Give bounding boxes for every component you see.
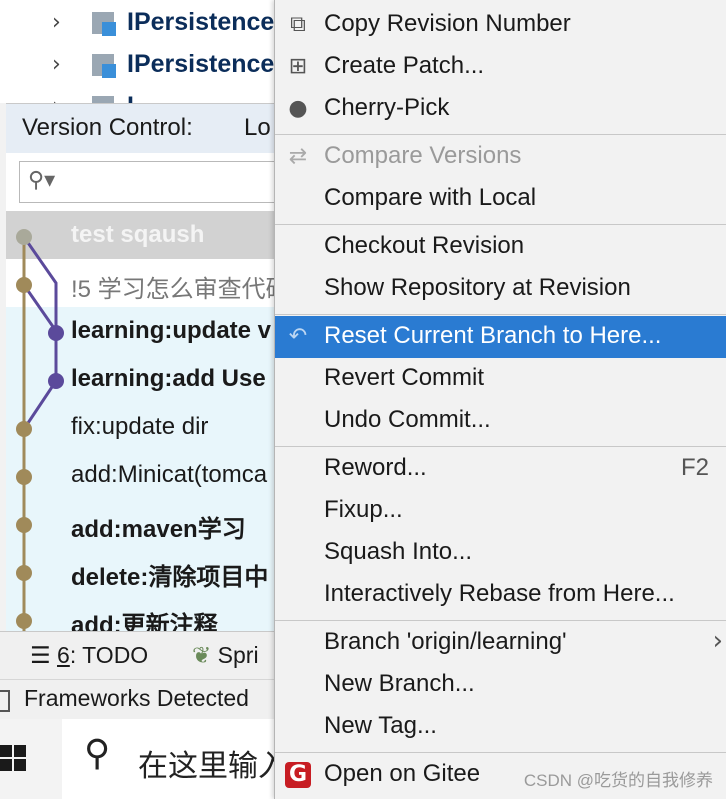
menu-item-branch-origin[interactable]: Branch 'origin/learning' › [275, 622, 726, 664]
menu-item-label: New Branch... [324, 670, 475, 697]
tree-item-label: IPersistence [127, 50, 275, 78]
commit-node [48, 373, 64, 389]
tab-spring[interactable]: ❦ Spri [192, 642, 259, 669]
menu-item-label: Branch 'origin/learning' [324, 628, 567, 655]
todo-label: : TODO [69, 642, 149, 668]
commit-node [16, 421, 32, 437]
commit-message: add:maven学习 [71, 516, 246, 543]
todo-number: 6 [57, 642, 70, 668]
chevron-right-icon[interactable]: › [52, 94, 61, 103]
menu-item-show-repository[interactable]: Show Repository at Revision [275, 268, 726, 310]
commit-graph [16, 229, 64, 631]
menu-item-label: Revert Commit [324, 364, 485, 391]
menu-separator [275, 224, 726, 225]
menu-item-reword[interactable]: Reword... F2 [275, 448, 726, 490]
menu-item-squash-into[interactable]: Squash Into... [275, 532, 726, 574]
menu-item-label: Fixup... [324, 496, 403, 523]
menu-item-new-branch[interactable]: New Branch... [275, 664, 726, 706]
menu-item-label: Show Repository at Revision [324, 274, 631, 301]
tree-item[interactable]: › IPersistence [0, 2, 300, 42]
patch-icon: ⊞ [288, 54, 308, 79]
commit-message: fix:update dir [71, 413, 209, 440]
menu-item-reset-branch[interactable]: ↶ Reset Current Branch to Here... [275, 316, 726, 358]
shortcut-label: F2 [680, 454, 709, 481]
tree-item-label: I [127, 92, 134, 103]
tree-item[interactable]: › IPersistence [0, 44, 300, 84]
spring-leaf-icon: ❦ [192, 643, 212, 669]
commit-message: add:更新注释 [71, 612, 218, 631]
commit-node [16, 613, 32, 629]
menu-item-label: Compare Versions [324, 142, 522, 169]
status-text[interactable]: Frameworks Detected [24, 685, 249, 712]
menu-item-compare-local[interactable]: Compare with Local [275, 178, 726, 220]
windows-start-icon[interactable] [0, 741, 30, 777]
menu-item-fixup[interactable]: Fixup... [275, 490, 726, 532]
menu-separator [275, 620, 726, 621]
notification-icon[interactable] [0, 690, 10, 712]
menu-item-cherry-pick[interactable]: ● Cherry-Pick [275, 88, 726, 130]
merge-line [22, 284, 58, 332]
menu-item-label: Interactively Rebase from Here... [324, 580, 675, 607]
chevron-right-icon[interactable]: › [52, 52, 61, 77]
tree-item-label: IPersistence [127, 8, 275, 36]
commit-node [16, 517, 32, 533]
menu-item-label: Squash Into... [324, 538, 473, 565]
tree-item[interactable]: › I [0, 86, 300, 103]
menu-item-label: Reword... [324, 454, 427, 481]
commit-message: learning:add Use [71, 365, 266, 392]
menu-item-create-patch[interactable]: ⊞ Create Patch... [275, 46, 726, 88]
commit-message: learning:update v [71, 317, 272, 344]
menu-item-checkout-revision[interactable]: Checkout Revision [275, 226, 726, 268]
menu-item-label: Compare with Local [324, 184, 537, 211]
menu-item-copy-revision[interactable]: ⧉ Copy Revision Number [275, 4, 726, 46]
menu-item-interactive-rebase[interactable]: Interactively Rebase from Here... [275, 574, 726, 616]
taskbar-search-placeholder: 在这里输入 [138, 750, 288, 783]
commit-message: add:Minicat(tomca [71, 461, 268, 488]
version-control-title: Version Control: [22, 114, 193, 141]
interface-file-icon [92, 54, 116, 78]
tab-todo[interactable]: ☰ 6: TODO [30, 642, 148, 669]
cherry-icon: ● [288, 96, 308, 121]
chevron-right-icon: › [712, 626, 723, 656]
menu-item-label: Open on Gitee [324, 760, 481, 787]
search-icon[interactable]: ⚲▾ [28, 168, 55, 193]
menu-item-new-tag[interactable]: New Tag... [275, 706, 726, 748]
commit-node [16, 229, 32, 245]
menu-separator [275, 446, 726, 447]
menu-separator [275, 134, 726, 135]
chevron-right-icon[interactable]: › [52, 10, 61, 35]
menu-item-label: Create Patch... [324, 52, 485, 79]
menu-item-label: Copy Revision Number [324, 10, 571, 37]
context-menu: ⧉ Copy Revision Number ⊞ Create Patch...… [274, 0, 726, 799]
magnifier-icon: ⚲ [84, 733, 111, 774]
list-icon: ☰ [30, 643, 51, 669]
commit-message: delete:清除项目中 [71, 564, 269, 591]
commit-message: !5 学习怎么审查代码 [71, 276, 290, 303]
menu-item-label: New Tag... [324, 712, 437, 739]
commit-message: test sqaush [71, 221, 205, 248]
compare-icon: ⇄ [288, 144, 308, 169]
menu-item-undo-commit[interactable]: Undo Commit... [275, 400, 726, 442]
copy-icon: ⧉ [290, 12, 306, 37]
menu-item-label: Checkout Revision [324, 232, 525, 259]
reset-icon: ↶ [288, 324, 308, 349]
menu-separator [275, 314, 726, 315]
commit-node [16, 565, 32, 581]
menu-item-label: Cherry-Pick [324, 94, 450, 121]
spring-label: Spri [217, 642, 259, 668]
interface-file-icon [92, 12, 116, 36]
commit-node [16, 469, 32, 485]
menu-separator [275, 752, 726, 753]
menu-item-compare-versions: ⇄ Compare Versions [275, 136, 726, 178]
tab-log[interactable]: Lo [244, 114, 271, 142]
interface-file-icon [92, 96, 114, 103]
commit-node [48, 325, 64, 341]
watermark: CSDN @吃货的自我修养 [523, 771, 713, 790]
menu-item-revert-commit[interactable]: Revert Commit [275, 358, 726, 400]
menu-item-label: Undo Commit... [324, 406, 491, 433]
gitee-icon: G [285, 762, 311, 788]
menu-item-label: Reset Current Branch to Here... [324, 322, 662, 349]
commit-node [16, 277, 32, 293]
